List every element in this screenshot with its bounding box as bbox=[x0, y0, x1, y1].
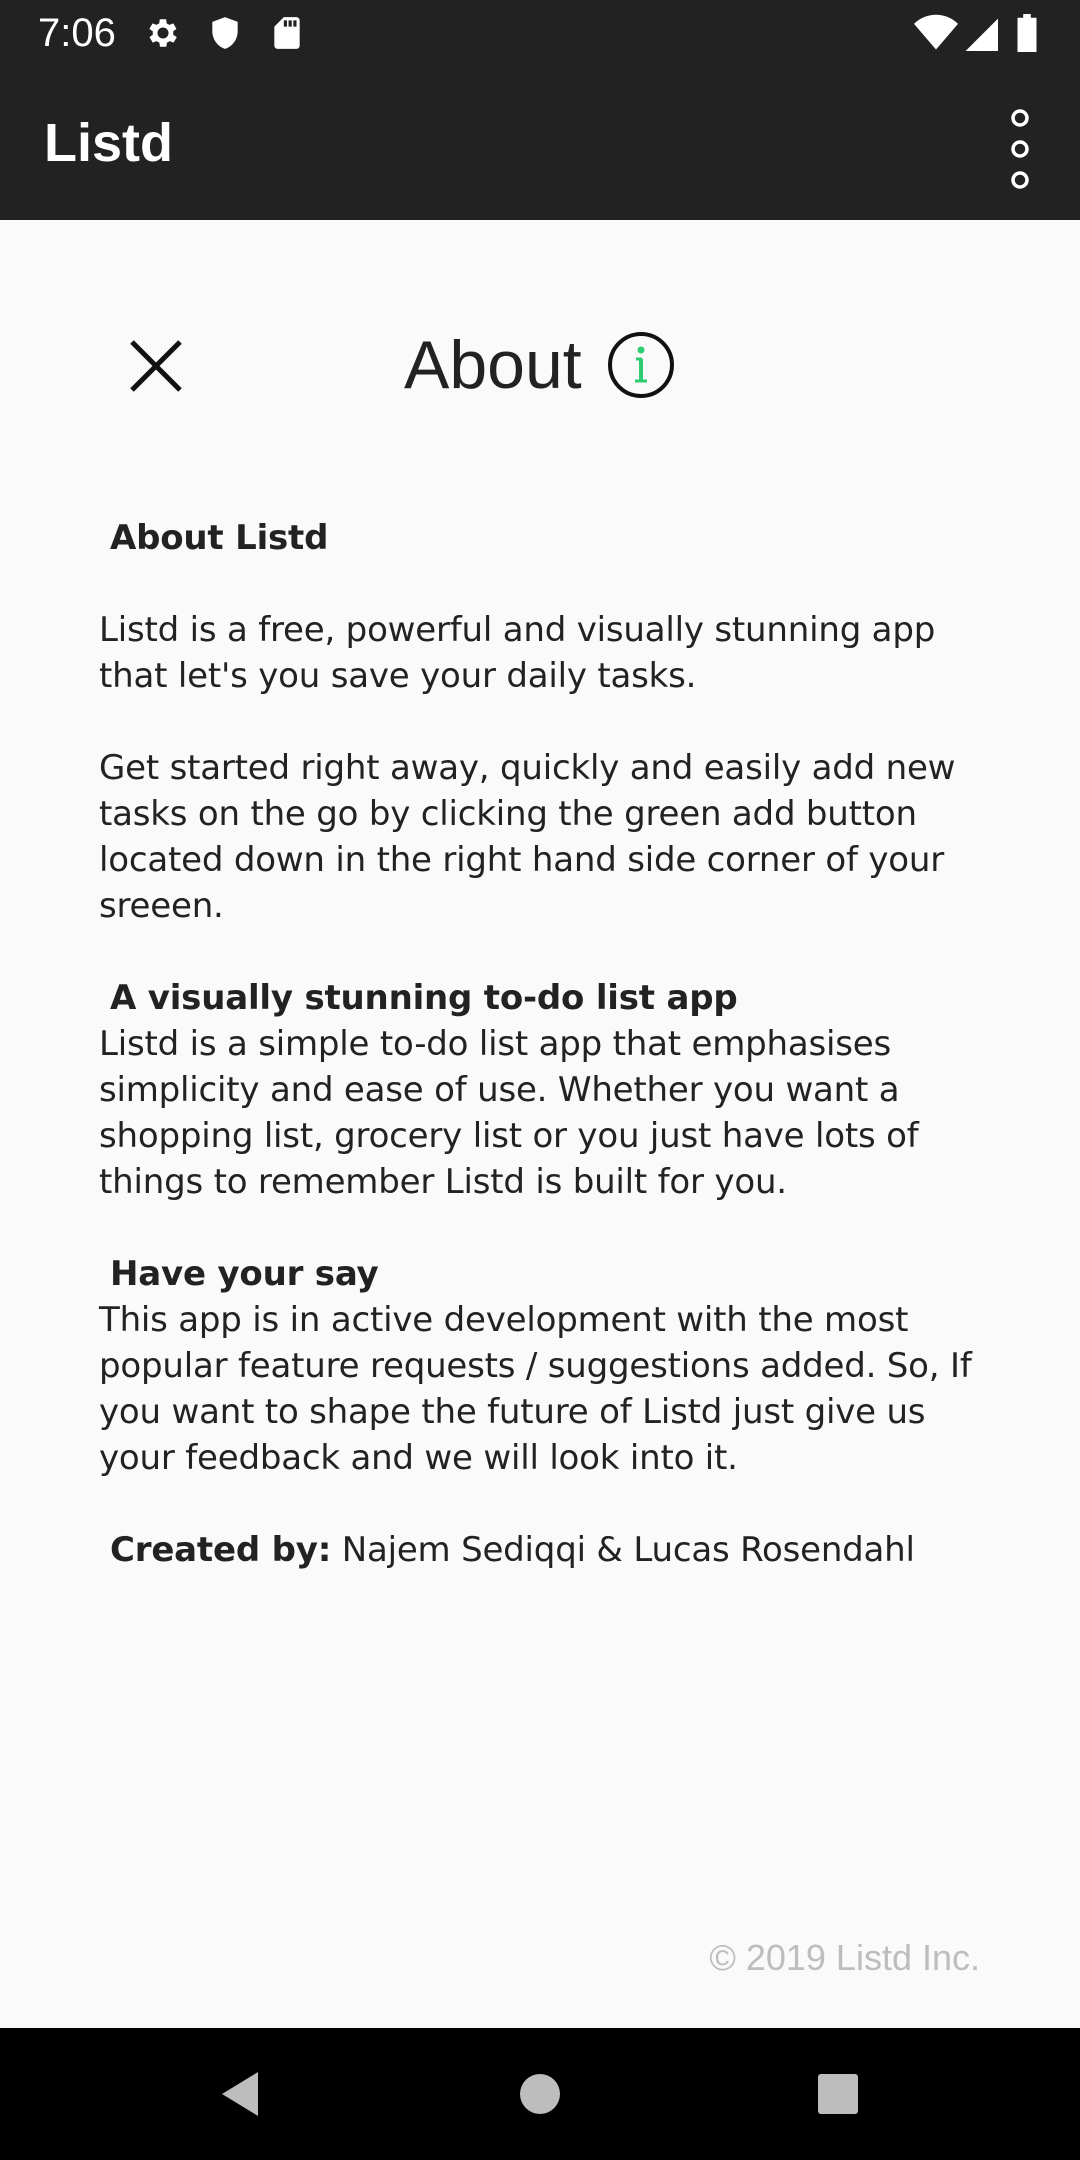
visual-section: A visually stunning to-do list app Listd… bbox=[99, 975, 999, 1205]
gear-icon bbox=[144, 14, 182, 52]
status-time: 7:06 bbox=[38, 11, 116, 55]
feedback-paragraph: This app is in active development with t… bbox=[99, 1300, 972, 1478]
visual-paragraph: Listd is a simple to-do list app that em… bbox=[99, 1024, 919, 1202]
battery-icon bbox=[1014, 14, 1040, 52]
signal-icon bbox=[962, 14, 1000, 52]
app-title: Listd bbox=[44, 113, 173, 173]
info-icon bbox=[606, 330, 676, 400]
feedback-heading: Have your say bbox=[110, 1254, 379, 1294]
credits-names: Najem Sediqqi & Lucas Rosendahl bbox=[331, 1530, 915, 1570]
get-started-paragraph: Get started right away, quickly and easi… bbox=[99, 748, 956, 926]
section-heading: About Listd bbox=[99, 515, 999, 561]
about-screen: 7:06 Listd About About Listd Listd is a … bbox=[0, 0, 1080, 2160]
feedback-section: Have your say This app is in active deve… bbox=[99, 1251, 999, 1481]
copyright: © 2019 Listd Inc. bbox=[709, 1937, 980, 1978]
about-listd-heading: About Listd bbox=[110, 518, 329, 558]
shield-icon bbox=[206, 14, 244, 52]
page-title: About bbox=[404, 327, 582, 403]
intro-paragraph: Listd is a free, powerful and visually s… bbox=[99, 610, 936, 696]
credits-label: Created by: bbox=[110, 1530, 332, 1570]
recents-icon[interactable] bbox=[808, 2064, 868, 2124]
visual-heading: A visually stunning to-do list app bbox=[110, 978, 738, 1018]
status-bar: 7:06 bbox=[0, 0, 1080, 66]
credits: Created by: Najem Sediqqi & Lucas Rosend… bbox=[99, 1527, 999, 1573]
back-icon[interactable] bbox=[210, 2064, 270, 2124]
navigation-bar bbox=[0, 2028, 1080, 2160]
overflow-menu-icon[interactable] bbox=[1000, 106, 1040, 192]
app-bar: Listd bbox=[0, 66, 1080, 220]
close-icon[interactable] bbox=[120, 330, 192, 402]
sd-card-icon bbox=[268, 14, 306, 52]
wifi-icon bbox=[914, 14, 958, 52]
about-content: About Listd Listd is a free, powerful an… bbox=[99, 515, 999, 1619]
home-icon[interactable] bbox=[510, 2064, 570, 2124]
